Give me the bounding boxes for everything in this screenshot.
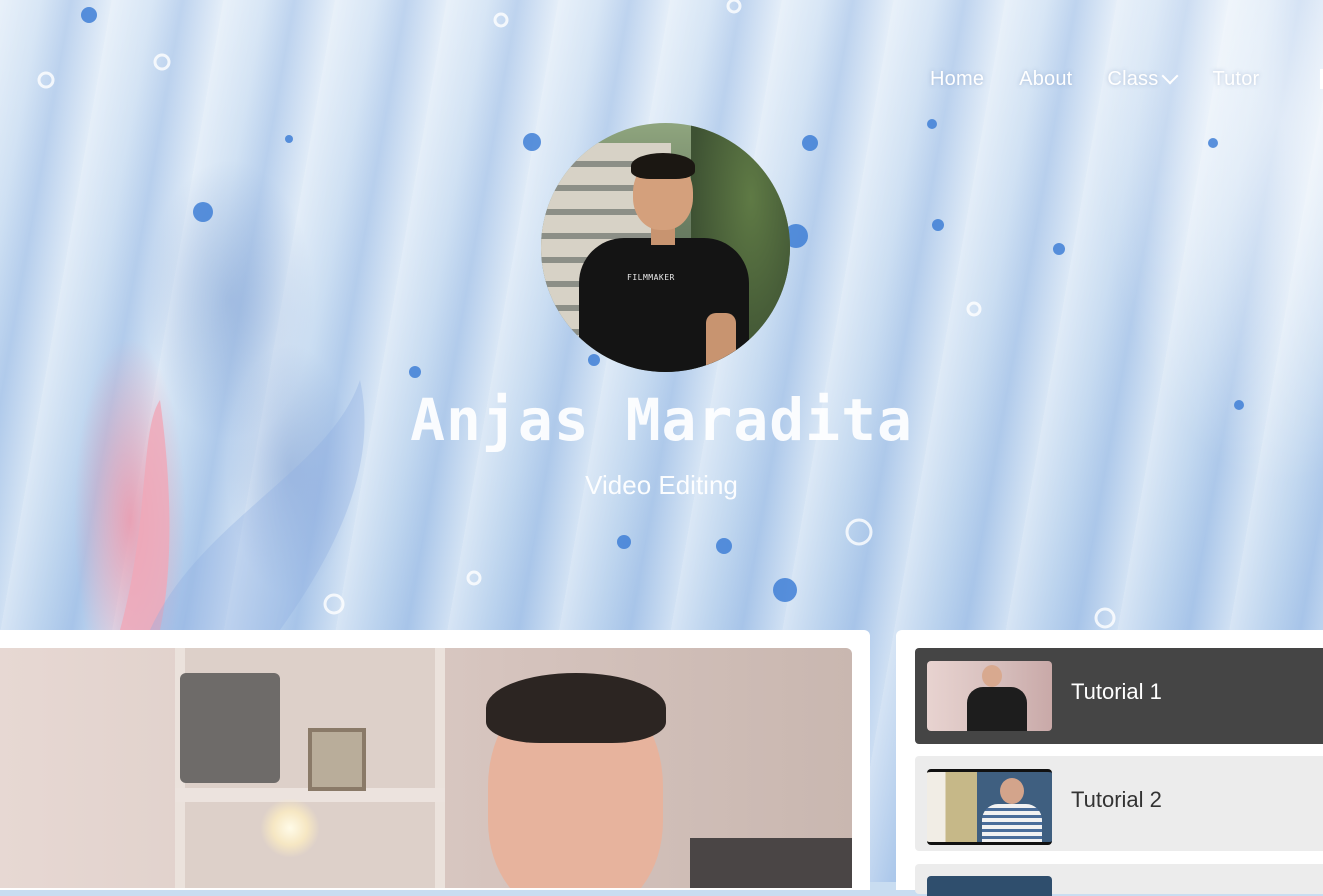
nav-class[interactable]: Class bbox=[1107, 64, 1179, 94]
playlist-item-title: Tutorial 1 bbox=[1071, 679, 1162, 704]
nav-home[interactable]: Home bbox=[930, 64, 984, 94]
avatar-hair bbox=[631, 153, 695, 179]
main-nav: Home About Class Tutor bbox=[930, 64, 1323, 94]
video-box bbox=[180, 673, 280, 783]
playlist-item-tutorial-1[interactable]: Tutorial 1 bbox=[915, 648, 1323, 744]
avatar: FILMMAKER bbox=[541, 123, 790, 372]
playlist-thumbnail bbox=[927, 769, 1052, 845]
chevron-down-icon bbox=[1161, 67, 1179, 85]
nav-about[interactable]: About bbox=[1019, 64, 1072, 94]
video-player[interactable] bbox=[0, 648, 852, 888]
profile-name: Anjas Maradita bbox=[410, 386, 913, 454]
playlist-thumbnail bbox=[927, 661, 1052, 731]
playlist-item-title: Tutorial 2 bbox=[1071, 787, 1162, 812]
video-photo-frame bbox=[308, 728, 366, 791]
playlist-item-partial[interactable] bbox=[915, 864, 1323, 896]
profile-subtitle: Video Editing bbox=[585, 470, 738, 500]
nav-class-label: Class bbox=[1107, 67, 1159, 90]
thumbnail-head bbox=[1000, 778, 1024, 804]
playlist-item-tutorial-2[interactable]: Tutorial 2 bbox=[915, 756, 1323, 851]
nav-tutor[interactable]: Tutor bbox=[1212, 64, 1259, 94]
thumbnail-body bbox=[967, 687, 1027, 731]
video-lamp bbox=[260, 798, 320, 858]
playlist-thumbnail bbox=[927, 876, 1052, 896]
avatar-shirt-logo: FILMMAKER bbox=[627, 273, 675, 282]
thumbnail-head bbox=[982, 665, 1002, 687]
video-presenter-hair bbox=[486, 673, 666, 743]
thumbnail-body bbox=[982, 804, 1042, 842]
video-dark-object bbox=[690, 838, 852, 888]
avatar-arm bbox=[706, 313, 736, 372]
